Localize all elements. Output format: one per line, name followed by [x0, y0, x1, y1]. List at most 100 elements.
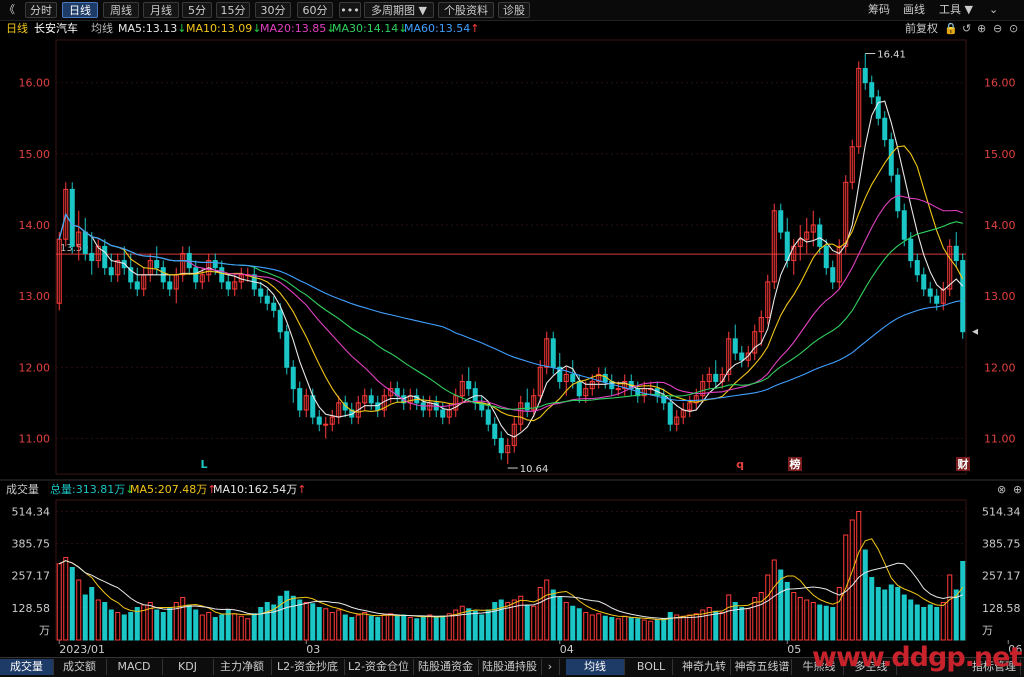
indicator-tab[interactable]: 陆股通持股: [478, 659, 542, 675]
volume-bar: [784, 582, 790, 641]
event-marker: L: [200, 458, 207, 471]
candle-body: [667, 402, 673, 425]
indicator-tab[interactable]: 主力净额: [213, 659, 272, 675]
volume-bar: [908, 599, 914, 641]
candle-body: [570, 373, 576, 383]
volume-bar: [420, 615, 426, 641]
volume-bar: [69, 567, 75, 641]
volume-bar: [180, 597, 186, 641]
volume-bar: [726, 594, 732, 641]
volume-bar: [199, 614, 205, 641]
candle-body: [225, 281, 231, 290]
price-tick-label-right: 12.00: [984, 361, 1016, 374]
candle-body: [960, 260, 966, 333]
volume-bar: [108, 609, 114, 641]
candle-body: [901, 210, 907, 240]
candle-body: [485, 409, 491, 425]
volume-bar: [498, 599, 504, 641]
volume-bar: [219, 614, 225, 641]
candle-body: [492, 423, 498, 439]
volume-bar: [245, 618, 251, 641]
indicator-tab[interactable]: 成交量: [0, 659, 54, 675]
volume-bar: [277, 595, 283, 641]
candle-body: [576, 381, 582, 397]
overlay-indicator-tab[interactable]: 神奇五线谱: [733, 659, 792, 675]
volume-bar: [316, 607, 322, 641]
volume-panel-frame: [55, 499, 967, 641]
volume-bar: [648, 620, 654, 641]
indicator-tab[interactable]: L2-资金仓位: [344, 659, 414, 675]
x-tick-label: 2023/01: [59, 643, 105, 656]
volume-bar: [355, 614, 361, 641]
scroll-right-icon[interactable]: ›: [541, 659, 560, 675]
volume-bar: [284, 590, 290, 641]
volume-bar: [804, 599, 810, 641]
price-tick-label-left: 13.00: [19, 290, 51, 303]
candle-body: [466, 381, 472, 390]
volume-bar: [615, 618, 621, 641]
volume-bar: [739, 607, 745, 641]
overlay-indicator-tab[interactable]: 神奇九转: [678, 659, 731, 675]
panel-settings-icon[interactable]: ⊕: [1013, 482, 1022, 498]
volume-bar: [680, 615, 686, 641]
volume-bar: [713, 610, 719, 641]
candle-body: [927, 288, 933, 297]
indicator-tab[interactable]: 成交额: [53, 659, 107, 675]
candle-body: [823, 245, 829, 269]
candle-body: [271, 302, 277, 311]
volume-bar: [323, 608, 329, 641]
volume-bar: [193, 609, 199, 641]
volume-bar: [830, 607, 836, 641]
volume-bar: [622, 615, 628, 641]
indicator-tab[interactable]: KDJ: [162, 659, 214, 675]
indicator-tab[interactable]: MACD: [106, 659, 163, 675]
price-volume-chart[interactable]: 16.00 16.00 15.00 15.00 14.00 14.00 13.00 13.00…: [0, 0, 1024, 657]
volume-bar: [160, 612, 166, 641]
candle-body: [167, 281, 173, 290]
volume-bar: [479, 614, 485, 641]
volume-bar: [628, 617, 634, 641]
overlay-indicator-tab[interactable]: BOLL: [630, 659, 673, 675]
price-tick-label-right: 13.00: [984, 290, 1016, 303]
volume-bar: [862, 549, 868, 641]
candle-body: [368, 395, 374, 404]
volume-bar: [895, 587, 901, 641]
volume-bar: [264, 602, 270, 641]
event-marker: 财: [957, 457, 969, 471]
candle-body: [212, 260, 218, 269]
volume-bar: [76, 579, 82, 641]
ma60-line: [58, 212, 963, 402]
volume-bar: [134, 607, 140, 641]
volume-bar: [635, 618, 641, 641]
volume-bar: [752, 597, 758, 641]
volume-bar: [531, 605, 537, 641]
volume-bar: [121, 614, 127, 641]
volume-bar: [492, 602, 498, 641]
indicator-tab[interactable]: 陆股通资金: [413, 659, 479, 675]
volume-bar: [485, 609, 491, 641]
price-tick-label-left: 14.00: [19, 219, 51, 232]
x-tick-label: 04: [560, 643, 574, 656]
volume-tick-label-left: 万: [39, 624, 50, 637]
volume-tick-label-right: 128.58: [982, 602, 1021, 615]
volume-bar: [459, 605, 465, 641]
event-marker: 榜: [790, 457, 801, 471]
volume-bar: [446, 613, 452, 641]
candle-body: [817, 224, 823, 247]
indicator-tab[interactable]: L2-资金抄底: [271, 659, 345, 675]
volume-bar: [557, 597, 563, 641]
price-tick-label-right: 16.00: [984, 77, 1016, 90]
candle-body: [193, 267, 199, 283]
volume-bar: [674, 614, 680, 641]
close-panel-icon[interactable]: ⊗: [997, 482, 1006, 498]
candle-body: [862, 67, 868, 84]
overlay-indicator-tab[interactable]: 均线: [566, 659, 625, 675]
volume-bar: [687, 614, 693, 641]
volume-bar: [544, 579, 550, 641]
volume-bar: [771, 559, 777, 641]
volume-bar: [732, 602, 738, 641]
volume-bar: [875, 587, 881, 641]
candle-body: [953, 245, 959, 262]
candle-body: [830, 267, 836, 283]
volume-bar: [440, 615, 446, 641]
